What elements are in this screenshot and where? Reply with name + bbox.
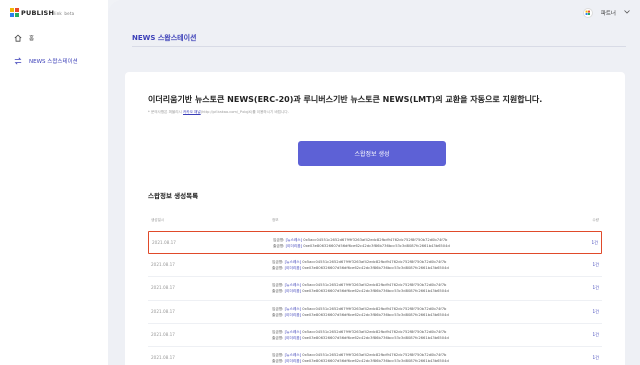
logo-icon (10, 8, 19, 17)
user-name: 파트너 (600, 11, 616, 17)
home-icon (14, 34, 22, 42)
row-date: 2021.08.17 (152, 240, 176, 245)
main-content: 파트너 NEWS 스왑스테이션 이더리움기반 뉴스토큰 NEWS(ERC-20)… (108, 0, 640, 365)
section-title: 스왑정보 생성목록 (148, 192, 199, 200)
col-date: 생성일시 (151, 218, 165, 222)
contact-note: * 문의사항은 퍼블리시 카카오 채널(http://pf.kakao.com/… (148, 110, 289, 114)
divider (132, 46, 626, 47)
row-info: 입금명: [뉴스레스] 0x5acc04551c2652d6799f3263af… (272, 283, 449, 294)
row-qty[interactable]: 1건 (592, 355, 599, 361)
sidebar-item-news-swap[interactable]: NEWS 스왑스테이션 (14, 57, 78, 65)
sidebar-item-label: 홈 (29, 36, 35, 42)
row-date: 2021.08.17 (151, 262, 175, 268)
row-info: 입금명: [뉴스레스] 0x5acc04551c2652d6799f3263af… (272, 260, 449, 271)
kakao-channel-link[interactable]: 카카오 채널 (183, 110, 201, 114)
create-swap-button[interactable]: 스왑정보 생성 (298, 141, 446, 166)
table-row[interactable]: 2021.08.17 입금명: [뉴스레스] 0x5acc04551c2652d… (148, 277, 602, 301)
brand-logo[interactable]: PUBLISHlink beta (10, 8, 74, 17)
avatar (582, 8, 593, 18)
table-row[interactable]: 2021.08.17 입금명: [뉴스레스] 0x5acc04551c2652d… (148, 324, 602, 347)
row-qty[interactable]: 1건 (592, 332, 599, 338)
chevron-down-icon (624, 10, 630, 16)
row-date: 2021.08.17 (151, 354, 175, 360)
row-date: 2021.08.17 (151, 285, 175, 291)
sidebar-item-label: NEWS 스왑스테이션 (29, 59, 78, 65)
sidebar: PUBLISHlink beta 홈 NEWS 스왑스테이션 (0, 0, 108, 365)
row-qty[interactable]: 1건 (592, 262, 599, 268)
col-qty: 수량 (592, 218, 599, 222)
row-qty[interactable]: 1건 (591, 240, 598, 246)
row-info: 입금명: [뉴스레스] 0x5acc04551c2652d6799f3263af… (272, 306, 449, 317)
user-menu[interactable]: 파트너 (582, 8, 630, 18)
card-headline: 이더리움기반 뉴스토큰 NEWS(ERC-20)과 루니버스기반 뉴스토큰 NE… (148, 95, 543, 104)
row-info: 입금명: [뉴스레스] 0x5acc04551c2652d6799f3263af… (272, 329, 449, 340)
swap-icon (14, 57, 22, 65)
table-row[interactable]: 2021.08.17 입금명: [뉴스레스] 0x5acc04551c2652d… (148, 301, 602, 324)
row-info: 입금명: [뉴스레스] 0x5acc04551c2652d6799f3263af… (273, 238, 450, 248)
col-info: 정보 (272, 218, 279, 222)
row-qty[interactable]: 1건 (592, 309, 599, 315)
row-info: 입금명: [뉴스레스] 0x5acc04551c2652d6799f3263af… (272, 352, 449, 363)
row-date: 2021.08.17 (151, 331, 175, 337)
row-date: 2021.08.17 (151, 308, 175, 314)
table-header: 생성일시 정보 수량 (148, 216, 602, 226)
table-row[interactable]: 2021.08.17 입금명: [뉴스레스] 0x5acc04551c2652d… (148, 347, 602, 365)
table-row[interactable]: 2021.08.17 입금명: [뉴스레스] 0x5acc04551c2652d… (148, 231, 602, 255)
sidebar-item-home[interactable]: 홈 (14, 34, 34, 42)
swap-list: 2021.08.17 입금명: [뉴스레스] 0x5acc04551c2652d… (148, 231, 602, 365)
row-qty[interactable]: 1건 (592, 285, 599, 291)
table-row[interactable]: 2021.08.17 입금명: [뉴스레스] 0x5acc04551c2652d… (148, 254, 602, 278)
page-title: NEWS 스왑스테이션 (132, 33, 197, 47)
swap-card: 이더리움기반 뉴스토큰 NEWS(ERC-20)과 루니버스기반 뉴스토큰 NE… (125, 72, 625, 365)
brand-name: PUBLISHlink beta (21, 8, 75, 17)
